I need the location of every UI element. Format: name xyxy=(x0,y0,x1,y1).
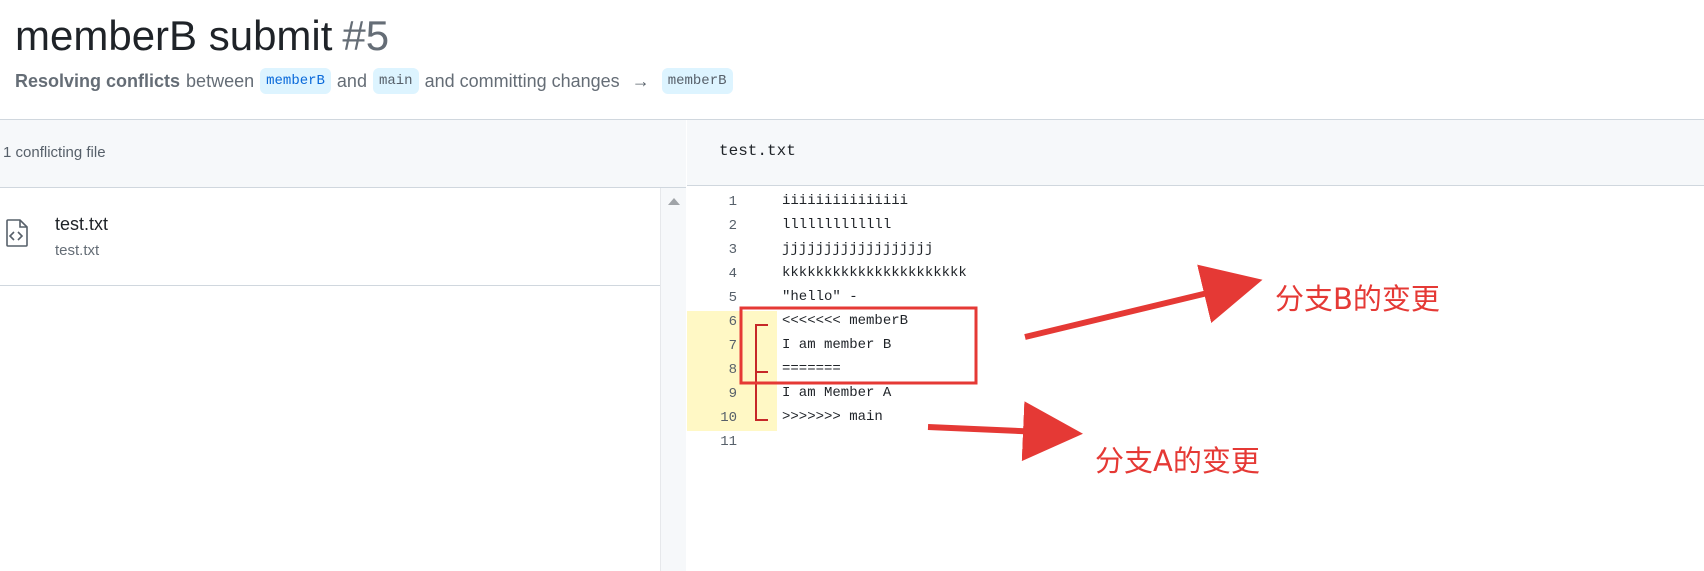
pr-number: #5 xyxy=(342,12,390,59)
editor-header: test.txt xyxy=(687,120,1704,186)
line-gutter: 8 xyxy=(687,359,777,383)
code-line[interactable]: 5 "hello" - xyxy=(687,287,1704,311)
line-code: "hello" - xyxy=(782,289,858,305)
code-line[interactable]: 10 >>>>>>> main xyxy=(687,407,1704,431)
scroll-up-arrow-icon[interactable] xyxy=(668,198,680,205)
page-header: memberB submit #5 Resolving conflicts bet… xyxy=(0,0,1704,120)
line-number: 10 xyxy=(720,410,737,426)
code-line[interactable]: 3 jjjjjjjjjjjjjjjjjj xyxy=(687,239,1704,263)
line-gutter: 4 xyxy=(687,263,777,287)
head-branch-label[interactable]: memberB xyxy=(260,68,331,94)
line-number: 3 xyxy=(728,242,737,258)
code-line[interactable]: 2 lllllllllllll xyxy=(687,215,1704,239)
line-number: 5 xyxy=(728,290,737,306)
subtitle-and: and xyxy=(336,71,367,91)
code-line[interactable]: 4 kkkkkkkkkkkkkkkkkkkkkk xyxy=(687,263,1704,287)
line-number: 8 xyxy=(728,362,737,378)
code-editor[interactable]: 1 iiiiiiiiiiiiiii 2 lllllllllllll 3 jjjjjjjjj… xyxy=(687,186,1704,571)
line-code: lllllllllllll xyxy=(782,217,892,233)
subtitle-action: and committing changes xyxy=(424,71,620,91)
file-list-scrollbar[interactable] xyxy=(660,188,686,571)
conflict-editor-panel: test.txt 1 iiiiiiiiiiiiiii 2 lllllllllllll 3… xyxy=(687,120,1704,571)
code-line[interactable]: 7 I am member B xyxy=(687,335,1704,359)
line-code: I am Member A xyxy=(782,385,892,401)
line-code: kkkkkkkkkkkkkkkkkkkkkk xyxy=(782,265,967,281)
code-line[interactable]: 8 ======= xyxy=(687,359,1704,383)
code-line[interactable]: 6 <<<<<<< memberB xyxy=(687,311,1704,335)
line-number: 6 xyxy=(728,314,737,330)
subtitle-strong: Resolving conflicts xyxy=(15,71,181,91)
conflicting-files-panel: 1 conflicting file test.txt test.txt xyxy=(0,120,686,571)
editor-filename: test.txt xyxy=(719,142,796,160)
line-number: 4 xyxy=(728,266,737,282)
code-line[interactable]: 1 iiiiiiiiiiiiiii xyxy=(687,191,1704,215)
line-gutter: 5 xyxy=(687,287,777,311)
line-gutter: 11 xyxy=(687,431,777,455)
line-code: <<<<<<< memberB xyxy=(782,313,909,329)
pr-subtitle: Resolving conflicts between memberB and … xyxy=(15,66,733,96)
base-branch-label[interactable]: main xyxy=(372,68,419,94)
line-gutter: 1 xyxy=(687,191,777,215)
file-name: test.txt xyxy=(55,214,109,234)
target-branch-label[interactable]: memberB xyxy=(661,68,733,94)
code-line[interactable]: 9 I am Member A xyxy=(687,383,1704,407)
page-title: memberB submit #5 xyxy=(15,10,389,62)
line-gutter: 10 xyxy=(687,407,777,431)
line-code: iiiiiiiiiiiiiii xyxy=(782,193,909,209)
line-number: 1 xyxy=(728,194,737,210)
conflicting-files-count: 1 conflicting file xyxy=(3,144,106,161)
line-gutter: 3 xyxy=(687,239,777,263)
subtitle-between: between xyxy=(186,71,255,91)
line-gutter: 7 xyxy=(687,335,777,359)
line-code: I am member B xyxy=(782,337,892,353)
line-number: 9 xyxy=(728,386,737,402)
line-gutter: 9 xyxy=(687,383,777,407)
line-gutter: 6 xyxy=(687,311,777,335)
line-gutter: 2 xyxy=(687,215,777,239)
line-code: jjjjjjjjjjjjjjjjjj xyxy=(782,241,934,257)
merge-conflict-page: memberB submit #5 Resolving conflicts bet… xyxy=(0,0,1704,571)
conflicting-files-header: 1 conflicting file xyxy=(0,120,686,188)
line-number: 2 xyxy=(728,218,737,234)
line-code: >>>>>>> main xyxy=(782,409,883,425)
line-number: 7 xyxy=(728,338,737,354)
file-path: test.txt xyxy=(55,242,100,259)
file-code-icon xyxy=(6,219,28,247)
code-line[interactable]: 11 xyxy=(687,431,1704,455)
conflict-file-item[interactable]: test.txt test.txt xyxy=(0,188,660,286)
line-code: ======= xyxy=(782,361,841,377)
line-number: 11 xyxy=(720,434,737,450)
pr-title: memberB submit xyxy=(15,12,333,59)
arrow-right-icon: → xyxy=(631,71,650,91)
